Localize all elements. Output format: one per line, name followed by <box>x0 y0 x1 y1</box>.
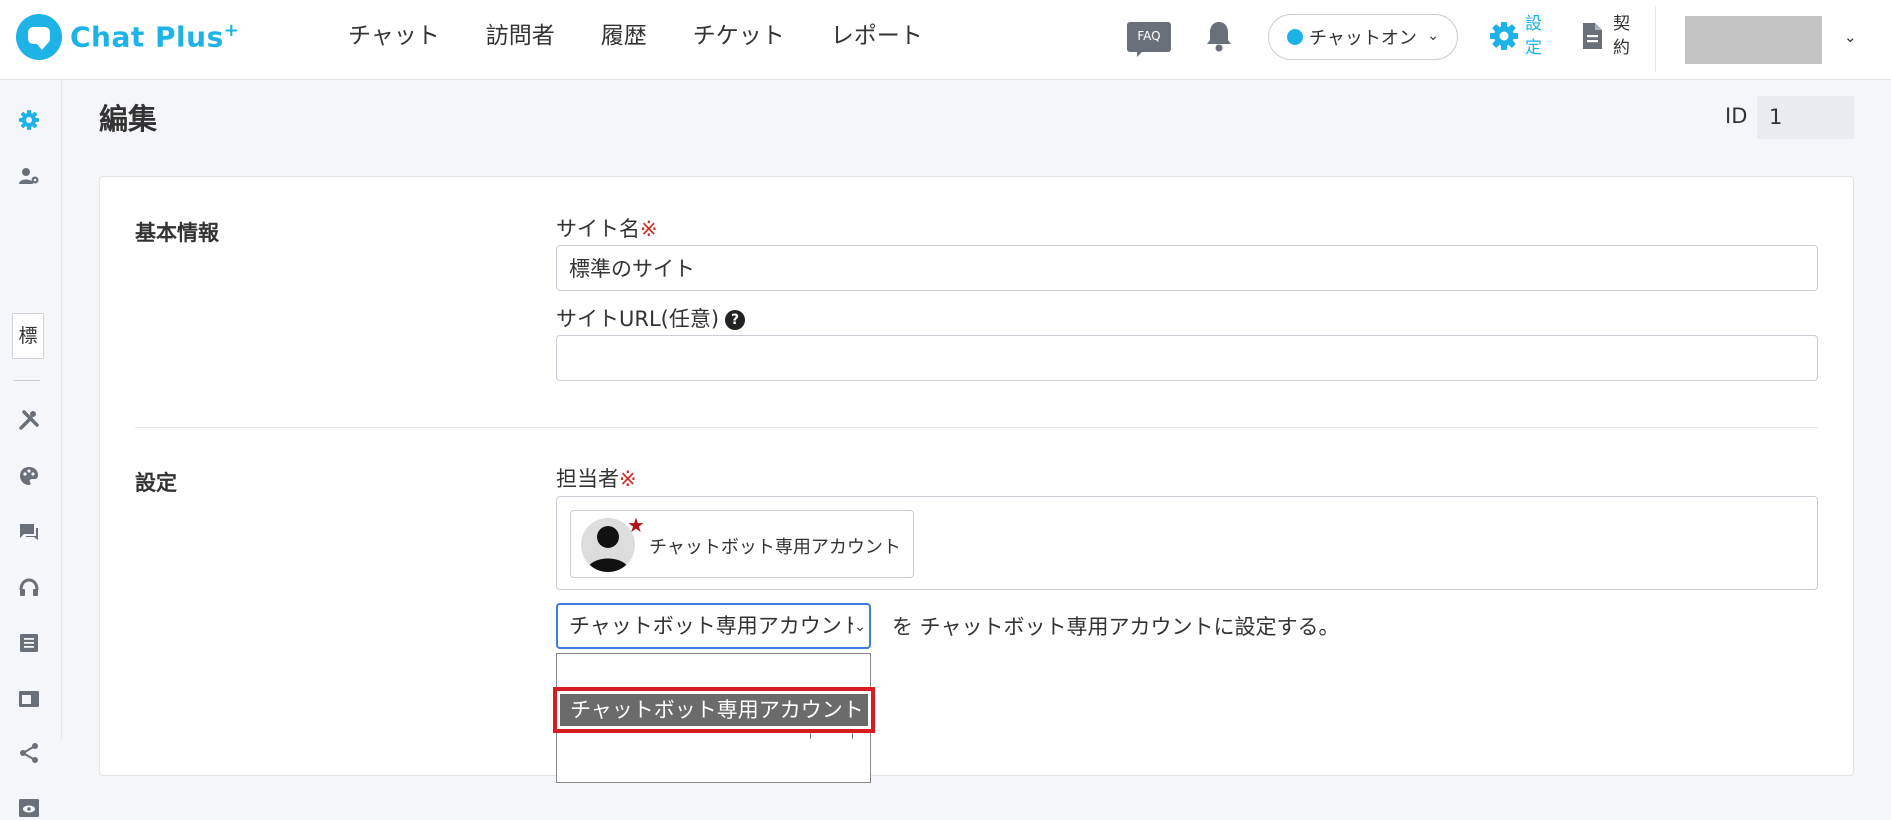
document-icon <box>1583 23 1602 49</box>
dropdown-blank-option[interactable] <box>557 654 870 690</box>
nav-reports[interactable]: レポート <box>808 18 946 54</box>
assignee-box[interactable]: ★ チャットボット専用アカウント <box>556 496 1818 590</box>
main-nav: チャット 訪問者 履歴 チケット レポート <box>325 18 946 54</box>
sidebar-tools-icon[interactable] <box>17 408 41 432</box>
chat-status-toggle[interactable]: チャットオン ⌄ <box>1268 14 1458 60</box>
id-value: 1 <box>1757 96 1854 139</box>
status-text: チャットオン <box>1309 28 1417 49</box>
sidebar-chat-messages-icon[interactable] <box>17 520 41 544</box>
site-name-input[interactable] <box>556 245 1818 291</box>
header-divider <box>1655 6 1656 72</box>
help-question-icon[interactable]: ? <box>725 310 746 330</box>
contract-label: 契約 <box>1613 14 1630 58</box>
sidebar-window-icon[interactable] <box>17 687 41 711</box>
required-mark: ※ <box>640 217 658 241</box>
assignee-select-value: チャットボット専用アカウント <box>569 614 863 638</box>
sidebar-settings-gear-icon[interactable] <box>17 108 41 132</box>
dropdown-option-chatbot-account[interactable]: チャットボット専用アカウント <box>560 694 868 726</box>
assignee-chip[interactable]: ★ チャットボット専用アカウント <box>570 510 914 578</box>
sidebar-preview-icon[interactable] <box>17 796 41 820</box>
nav-visitors[interactable]: 訪問者 <box>463 18 578 54</box>
site-name-label: サイト名※ <box>556 213 658 243</box>
dropdown-option-highlight: チャットボット専用アカウント <box>553 687 875 733</box>
required-mark: ※ <box>619 467 637 491</box>
chat-bubble-logo-icon <box>16 14 62 60</box>
select-suffix-text: を チャットボット専用アカウントに設定する。 <box>892 615 1340 639</box>
sidebar-palette-icon[interactable] <box>17 464 41 488</box>
assignee-label-text: 担当者 <box>556 467 619 491</box>
settings-heading: 設定 <box>135 471 177 495</box>
site-name-label-text: サイト名 <box>556 217 640 241</box>
notification-bell-icon[interactable] <box>1205 20 1233 52</box>
star-icon: ★ <box>627 513 645 537</box>
settings-label: 設定 <box>1525 14 1542 58</box>
assignee-chip-label: チャットボット専用アカウント <box>649 537 901 558</box>
nav-history[interactable]: 履歴 <box>578 18 670 54</box>
contract-menu[interactable]: 契約 <box>1576 12 1633 60</box>
sidebar-user-settings-icon[interactable] <box>17 164 41 188</box>
site-url-label-text: サイトURL(任意) <box>556 307 720 331</box>
site-url-label: サイトURL(任意)? <box>556 303 746 333</box>
faq-label: FAQ <box>1137 29 1161 43</box>
chevron-down-icon: ⌄ <box>1427 28 1439 44</box>
gear-icon <box>1490 22 1518 50</box>
sidebar-divider <box>14 380 40 381</box>
dropdown-scroll-edge <box>810 733 853 739</box>
assignee-select[interactable]: チャットボット専用アカウント ⌄ <box>556 603 871 649</box>
sidebar-support-headset-icon[interactable] <box>17 576 41 600</box>
sidebar-share-icon[interactable] <box>17 741 41 765</box>
basic-info-heading: 基本情報 <box>135 221 219 245</box>
logo-plus: + <box>223 20 240 42</box>
page-title: 編集 <box>99 102 158 136</box>
user-chevron-down-icon[interactable]: ⌄ <box>1844 28 1857 46</box>
status-online-icon <box>1287 29 1303 45</box>
chevron-down-icon: ⌄ <box>853 606 866 647</box>
breadcrumb <box>98 68 298 80</box>
logo-text: Chat Plus <box>70 20 224 54</box>
site-url-input[interactable] <box>556 335 1818 381</box>
faq-icon[interactable]: FAQ <box>1127 22 1171 57</box>
section-divider <box>135 427 1818 428</box>
sidebar-list-icon[interactable] <box>17 631 41 655</box>
edit-form-card: 基本情報 サイト名※ サイトURL(任意)? 設定 担当者※ ★ チャットボット… <box>99 176 1854 783</box>
nav-tickets[interactable]: チケット <box>670 18 808 54</box>
id-label: ID <box>1725 104 1748 128</box>
nav-chat[interactable]: チャット <box>325 18 463 54</box>
sidebar: 標 <box>0 80 62 817</box>
settings-menu[interactable]: 設定 <box>1488 12 1545 60</box>
user-account-menu[interactable] <box>1685 16 1822 64</box>
chat-plus-logo[interactable]: Chat Plus+ <box>16 14 239 60</box>
assignee-label: 担当者※ <box>556 463 637 493</box>
sidebar-site-selector[interactable]: 標 <box>12 313 44 359</box>
